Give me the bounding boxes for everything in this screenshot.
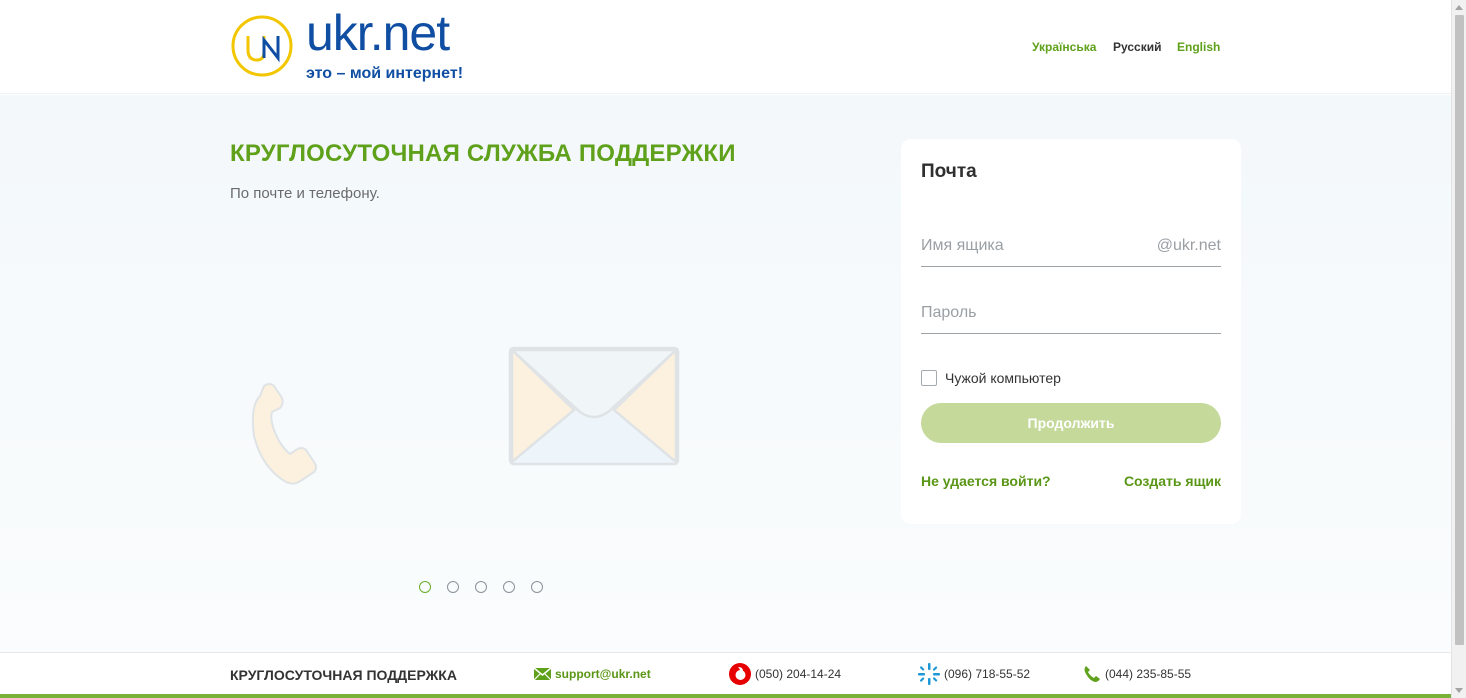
slider-dot-5[interactable]: [531, 581, 543, 593]
lang-english-link[interactable]: English: [1177, 40, 1220, 54]
slider-dot-3[interactable]: [475, 581, 487, 593]
slider-dot-4[interactable]: [503, 581, 515, 593]
password-field: [921, 294, 1221, 334]
page-scrollbar[interactable]: [1451, 0, 1466, 698]
logo-slogan: это – мой интернет!: [306, 65, 464, 82]
support-email-link[interactable]: support@ukr.net: [555, 667, 651, 681]
logo-text: ukr.net: [306, 5, 450, 61]
phone-icon: [251, 383, 317, 485]
support-illustration: [251, 346, 680, 485]
slider-dot-1[interactable]: [419, 581, 431, 593]
mailbox-input[interactable]: [921, 227, 1151, 265]
password-input[interactable]: [921, 294, 1221, 332]
logo-emblem-icon: [231, 15, 293, 77]
lang-ukrainian-link[interactable]: Українська: [1032, 40, 1096, 54]
footer-title: КРУГЛОСУТОЧНАЯ ПОДДЕРЖКА: [230, 667, 457, 683]
scrollbar-thumb[interactable]: [1455, 15, 1464, 645]
cant-login-link[interactable]: Не удается войти?: [921, 473, 1051, 489]
vodafone-icon: [729, 663, 751, 685]
support-footer: КРУГЛОСУТОЧНАЯ ПОДДЕРЖКА support@ukr.net…: [0, 652, 1451, 698]
envelope-icon: [508, 346, 680, 466]
slider-pagination: [419, 581, 543, 593]
login-title: Почта: [921, 161, 977, 182]
landline-phone-number: (044) 235-85-55: [1105, 667, 1192, 681]
ukrnet-logo[interactable]: ukr.net это – мой интернет!: [230, 8, 470, 82]
mailbox-domain-suffix: @ukr.net: [1156, 237, 1221, 254]
kyivstar-phone: (096) 718-55-52: [918, 663, 1030, 685]
slider-dot-2[interactable]: [447, 581, 459, 593]
mailbox-field: @ukr.net: [921, 227, 1221, 267]
kyivstar-icon: [918, 663, 940, 685]
continue-button[interactable]: Продолжить: [921, 403, 1221, 443]
footer-accent-bar: [0, 694, 1451, 698]
foreign-computer-option[interactable]: Чужой компьютер: [921, 370, 1061, 386]
vodafone-phone-number: (050) 204-14-24: [755, 667, 842, 681]
foreign-computer-checkbox[interactable]: [921, 370, 937, 386]
lang-russian-link[interactable]: Русский: [1113, 40, 1162, 54]
scroll-down-arrow-icon[interactable]: [1455, 688, 1463, 693]
create-mailbox-link[interactable]: Создать ящик: [1124, 473, 1221, 489]
vodafone-phone: (050) 204-14-24: [729, 663, 841, 685]
landline-phone: (044) 235-85-55: [1083, 663, 1191, 685]
kyivstar-phone-number: (096) 718-55-52: [944, 667, 1031, 681]
slide-title: КРУГЛОСУТОЧНАЯ СЛУЖБА ПОДДЕРЖКИ: [230, 140, 736, 167]
slide-subtitle: По почте и телефону.: [230, 185, 380, 202]
mail-icon: [534, 668, 551, 680]
phone-handset-icon: [1084, 666, 1100, 682]
support-email[interactable]: support@ukr.net: [534, 663, 651, 685]
scroll-up-arrow-icon[interactable]: [1455, 5, 1463, 10]
site-header: ukr.net это – мой интернет! Українська Р…: [0, 0, 1451, 94]
login-form: Почта @ukr.net Чужой компьютер Продолжит…: [901, 139, 1241, 524]
foreign-computer-label: Чужой компьютер: [945, 370, 1061, 386]
